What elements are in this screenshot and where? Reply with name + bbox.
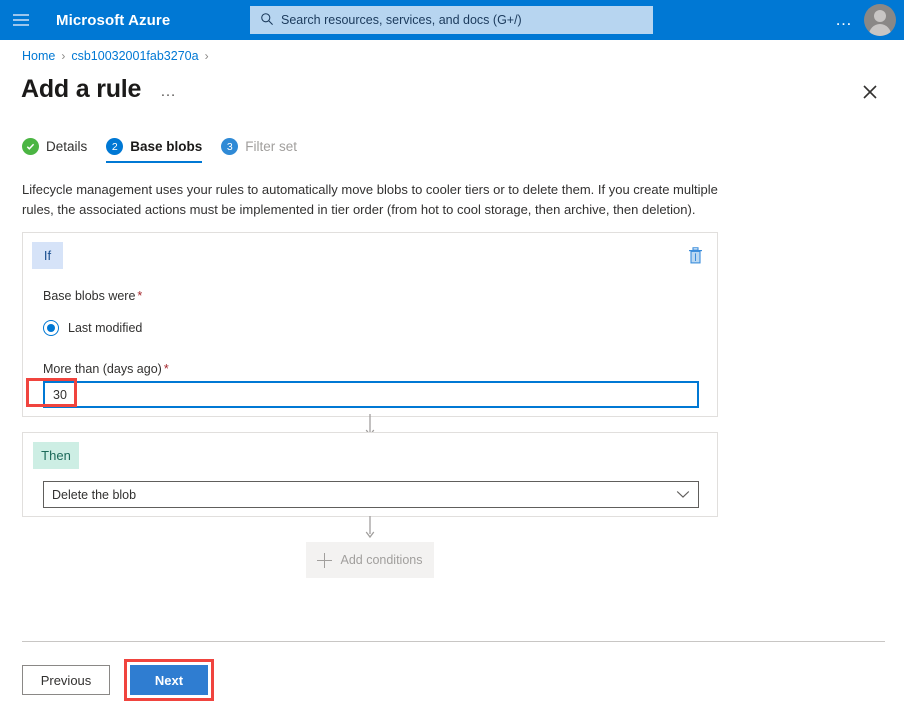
previous-button[interactable]: Previous (22, 665, 110, 695)
add-conditions-button[interactable]: Add conditions (306, 542, 434, 578)
topbar-right-actions: … (828, 0, 904, 40)
if-condition-card: If Base blobs were* Last modified More t… (22, 232, 718, 417)
more-than-days-field-label: More than (days ago)* (43, 362, 169, 376)
days-ago-input[interactable] (43, 381, 699, 408)
topbar-more-icon[interactable]: … (828, 16, 860, 24)
then-pill-label: Then (33, 442, 79, 469)
tab-details[interactable]: Details (22, 138, 87, 163)
page-description: Lifecycle management uses your rules to … (22, 180, 722, 220)
breadcrumb-item-home[interactable]: Home (22, 49, 55, 63)
hamburger-bar (13, 24, 29, 26)
global-search-box[interactable]: Search resources, services, and docs (G+… (250, 6, 653, 34)
hamburger-bar (13, 14, 29, 16)
user-avatar-icon[interactable] (864, 4, 896, 36)
add-conditions-label: Add conditions (340, 553, 422, 567)
radio-last-modified[interactable]: Last modified (43, 320, 142, 336)
radio-last-modified-label: Last modified (68, 321, 142, 335)
check-circle-icon (22, 138, 39, 155)
tab-filter-set[interactable]: 3 Filter set (221, 138, 297, 163)
action-dropdown[interactable]: Delete the blob (43, 481, 699, 508)
breadcrumb-separator-icon: › (61, 49, 65, 63)
radio-button-icon[interactable] (43, 320, 59, 336)
footer-divider (22, 641, 885, 642)
page-title: Add a rule (21, 75, 141, 104)
azure-brand-title[interactable]: Microsoft Azure (56, 12, 170, 29)
tab-base-blobs[interactable]: 2 Base blobs (106, 138, 202, 163)
search-input-placeholder: Search resources, services, and docs (G+… (281, 13, 522, 27)
tab-base-blobs-label: Base blobs (130, 139, 202, 154)
close-icon[interactable] (858, 80, 882, 104)
delete-rule-button[interactable] (682, 242, 708, 268)
required-marker: * (137, 289, 142, 303)
flow-connector-arrow-icon (363, 516, 377, 540)
next-button[interactable]: Next (130, 665, 208, 695)
wizard-step-tabs: Details 2 Base blobs 3 Filter set (22, 138, 297, 168)
then-action-card: Then Delete the blob (22, 432, 718, 517)
trash-icon (688, 247, 703, 264)
breadcrumb-separator-icon: › (205, 49, 209, 63)
base-blobs-field-label: Base blobs were* (43, 289, 142, 303)
search-icon (260, 12, 274, 26)
required-marker: * (164, 362, 169, 376)
more-than-label-text: More than (days ago) (43, 362, 162, 376)
chevron-down-icon (676, 490, 690, 499)
base-blobs-label-text: Base blobs were (43, 289, 135, 303)
hamburger-bar (13, 19, 29, 21)
breadcrumb: Home › csb10032001fab3270a › (22, 49, 209, 63)
step-number-badge: 3 (221, 138, 238, 155)
tab-filter-set-label: Filter set (245, 139, 297, 154)
azure-top-navigation-bar: Microsoft Azure Search resources, servic… (0, 0, 904, 40)
plus-icon (317, 553, 332, 568)
breadcrumb-item-storage-account[interactable]: csb10032001fab3270a (71, 49, 198, 63)
action-dropdown-value: Delete the blob (52, 488, 676, 502)
page-more-menu-icon[interactable]: … (156, 84, 181, 100)
step-number-badge: 2 (106, 138, 123, 155)
if-pill-label: If (32, 242, 63, 269)
hamburger-menu-icon[interactable] (0, 0, 42, 40)
tab-details-label: Details (46, 139, 87, 154)
